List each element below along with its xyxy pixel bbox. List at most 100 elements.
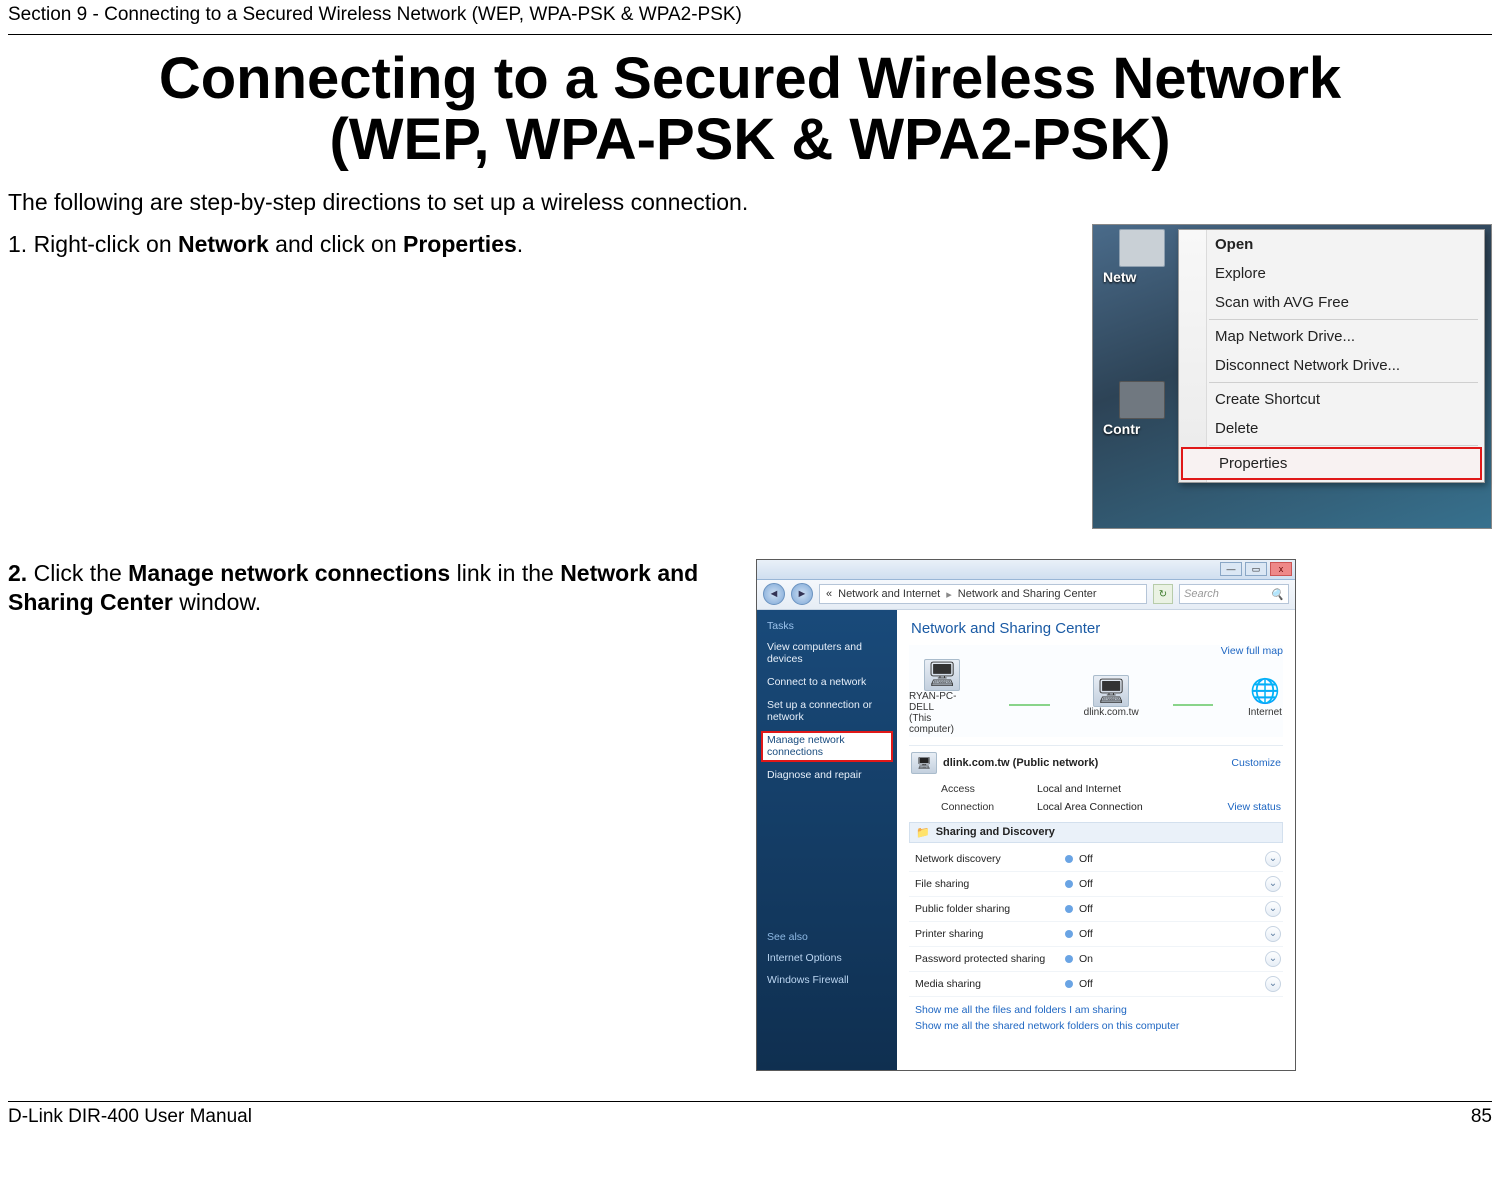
chevron-down-icon[interactable]: ⌄ (1265, 976, 1281, 992)
step1-bold2: Properties (403, 231, 517, 257)
node-pc-label: RYAN-PC-DELL (909, 691, 975, 713)
window-minimize-button[interactable]: — (1220, 562, 1242, 576)
nav-forward-button[interactable]: ► (791, 583, 813, 605)
row-label: Public folder sharing (915, 903, 1065, 915)
node-this-computer: 🖥 RYAN-PC-DELL (This computer) (909, 659, 975, 735)
desktop-icon-network (1119, 229, 1165, 267)
sidebar-item-setup-connection[interactable]: Set up a connection or network (757, 694, 897, 729)
context-menu[interactable]: Open Explore Scan with AVG Free Map Netw… (1178, 229, 1485, 483)
row-value: Off (1079, 903, 1265, 915)
sidebar-item-windows-firewall[interactable]: Windows Firewall (757, 969, 897, 992)
title-line-2: (WEP, WPA-PSK & WPA2-PSK) (8, 110, 1492, 171)
chevron-down-icon[interactable]: ⌄ (1265, 901, 1281, 917)
ctx-disconnect-drive[interactable]: Disconnect Network Drive... (1179, 351, 1484, 380)
ctx-create-shortcut[interactable]: Create Shortcut (1179, 385, 1484, 414)
breadcrumb-separator-icon: ▸ (946, 588, 952, 601)
status-bullet-icon (1065, 905, 1073, 913)
link-show-folders[interactable]: Show me all the shared network folders o… (915, 1019, 1281, 1035)
node-inet-label: Internet (1248, 707, 1282, 718)
node-internet: 🌐 Internet (1247, 675, 1283, 718)
step1-mid: and click on (269, 231, 403, 257)
nav-back-button[interactable]: ◄ (763, 583, 785, 605)
search-input[interactable]: Search 🔍 (1179, 584, 1289, 604)
row-value: Off (1079, 928, 1265, 940)
status-bullet-icon (1065, 855, 1073, 863)
folder-icon: 📁 (916, 826, 930, 839)
sidebar-item-connect-network[interactable]: Connect to a network (757, 671, 897, 694)
node-gw-label: dlink.com.tw (1084, 707, 1139, 718)
connection-value: Local Area Connection (1037, 801, 1228, 813)
sidebar-item-internet-options[interactable]: Internet Options (757, 947, 897, 970)
row-label: Printer sharing (915, 928, 1065, 940)
chevron-down-icon[interactable]: ⌄ (1265, 851, 1281, 867)
footer-page-number: 85 (1471, 1106, 1492, 1128)
ctx-separator (1209, 382, 1478, 383)
search-icon: 🔍 (1270, 588, 1284, 601)
ctx-map-drive[interactable]: Map Network Drive... (1179, 322, 1484, 351)
page-title: Connecting to a Secured Wireless Network… (8, 49, 1492, 171)
ctx-explore[interactable]: Explore (1179, 259, 1484, 288)
status-bullet-icon (1065, 980, 1073, 988)
sidebar-item-diagnose-repair[interactable]: Diagnose and repair (757, 764, 897, 787)
section-header: Section 9 - Connecting to a Secured Wire… (8, 0, 1492, 35)
step-1-text: 1. Right-click on Network and click on P… (8, 230, 1064, 259)
breadcrumb-2[interactable]: Network and Sharing Center (958, 588, 1097, 600)
address-bar[interactable]: « Network and Internet ▸ Network and Sha… (819, 584, 1147, 604)
sidebar-item-view-computers[interactable]: View computers and devices (757, 636, 897, 671)
intro-text: The following are step-by-step direction… (8, 189, 1492, 216)
bottom-links: Show me all the files and folders I am s… (909, 997, 1283, 1035)
network-name: dlink.com.tw (Public network) (943, 757, 1098, 769)
figure-context-menu: Netw Contr Open Explore Scan with AVG Fr… (1092, 224, 1492, 529)
connection-key: Connection (941, 801, 1037, 813)
search-placeholder: Search (1184, 588, 1219, 600)
row-value: On (1079, 953, 1265, 965)
step2-num: 2. (8, 560, 34, 586)
breadcrumb-1[interactable]: Network and Internet (838, 588, 940, 600)
ctx-separator (1209, 319, 1478, 320)
step-2-text: 2. Click the Manage network connections … (8, 559, 728, 617)
step1-pre: 1. Right-click on (8, 231, 178, 257)
row-label: File sharing (915, 878, 1065, 890)
desktop-label-network: Netw (1103, 269, 1136, 285)
row-password-protected-sharing: Password protected sharing On ⌄ (909, 947, 1283, 972)
ctx-open[interactable]: Open (1179, 230, 1484, 259)
status-bullet-icon (1065, 955, 1073, 963)
network-row: 🖥 dlink.com.tw (Public network) Customiz… (909, 745, 1283, 780)
refresh-button[interactable]: ↻ (1153, 584, 1173, 604)
sharing-header-text: Sharing and Discovery (936, 826, 1055, 838)
row-value: Off (1079, 853, 1265, 865)
ctx-delete[interactable]: Delete (1179, 414, 1484, 443)
step2-bold1: Manage network connections (128, 560, 450, 586)
see-also-header: See also (757, 927, 897, 947)
network-map: View full map 🖥 RYAN-PC-DELL (This compu… (909, 645, 1283, 737)
title-line-1: Connecting to a Secured Wireless Network (8, 49, 1492, 110)
step2-mid2: link in the (450, 560, 560, 586)
link-show-files[interactable]: Show me all the files and folders I am s… (915, 1003, 1281, 1019)
page-footer: D-Link DIR-400 User Manual 85 (8, 1101, 1492, 1128)
toolbar: ◄ ► « Network and Internet ▸ Network and… (757, 580, 1295, 610)
main-panel: Network and Sharing Center View full map… (897, 610, 1295, 1070)
window-maximize-button[interactable]: ▭ (1245, 562, 1267, 576)
ctx-scan-avg[interactable]: Scan with AVG Free (1179, 288, 1484, 317)
chevron-down-icon[interactable]: ⌄ (1265, 951, 1281, 967)
kv-connection: Connection Local Area Connection View st… (909, 798, 1283, 816)
customize-link[interactable]: Customize (1231, 757, 1281, 769)
sidebar-item-manage-connections[interactable]: Manage network connections (761, 731, 893, 762)
desktop-label-control: Contr (1103, 421, 1140, 437)
row-label: Media sharing (915, 978, 1065, 990)
window-close-button[interactable]: x (1270, 562, 1292, 576)
view-status-link[interactable]: View status (1228, 801, 1282, 813)
monitor-icon: 🖥 (1093, 675, 1129, 707)
row-network-discovery: Network discovery Off ⌄ (909, 847, 1283, 872)
breadcrumb-chevrons-icon: « (826, 588, 832, 600)
window-titlebar[interactable]: — ▭ x (757, 560, 1295, 580)
ctx-properties[interactable]: Properties (1183, 449, 1480, 478)
row-label: Network discovery (915, 853, 1065, 865)
row-value: Off (1079, 878, 1265, 890)
view-full-map-link[interactable]: View full map (1221, 645, 1283, 657)
map-connector (1173, 704, 1213, 706)
chevron-down-icon[interactable]: ⌄ (1265, 876, 1281, 892)
chevron-down-icon[interactable]: ⌄ (1265, 926, 1281, 942)
network-icon: 🖥 (911, 752, 937, 774)
ctx-separator (1209, 445, 1478, 446)
